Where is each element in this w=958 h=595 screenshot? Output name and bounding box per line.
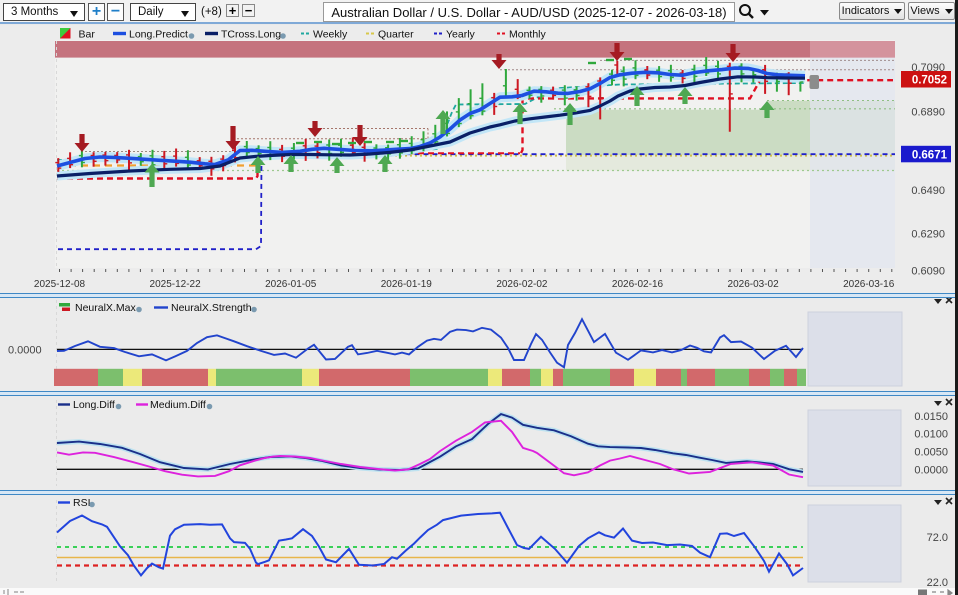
svg-text:0.0050: 0.0050 [914, 447, 948, 459]
svg-text:2025-12-22: 2025-12-22 [150, 279, 202, 290]
svg-text:0.6090: 0.6090 [911, 266, 945, 278]
svg-text:NeuralX.Strength: NeuralX.Strength [171, 302, 252, 314]
svg-text:Monthly: Monthly [509, 29, 547, 41]
svg-text:RSI: RSI [73, 497, 91, 509]
svg-text:Bar: Bar [79, 29, 96, 41]
svg-text:TCross.Long: TCross.Long [221, 29, 281, 41]
svg-text:0.6890: 0.6890 [911, 107, 945, 119]
svg-text:0.0100: 0.0100 [914, 429, 948, 441]
svg-text:0.0000: 0.0000 [8, 345, 42, 357]
svg-text:2026-01-19: 2026-01-19 [381, 279, 433, 290]
svg-text:NeuralX.Max: NeuralX.Max [75, 302, 136, 314]
svg-text:22.0: 22.0 [927, 577, 948, 589]
svg-text:2026-02-02: 2026-02-02 [496, 279, 548, 290]
svg-text:2026-03-02: 2026-03-02 [728, 279, 780, 290]
svg-text:2025-12-08: 2025-12-08 [34, 279, 86, 290]
svg-text:0.6290: 0.6290 [911, 229, 945, 241]
svg-text:2026-02-16: 2026-02-16 [612, 279, 664, 290]
svg-text:Long.Diff: Long.Diff [73, 399, 115, 411]
svg-text:0.6671: 0.6671 [912, 149, 948, 161]
svg-text:2026-01-05: 2026-01-05 [265, 279, 317, 290]
svg-text:0.0000: 0.0000 [914, 465, 948, 477]
svg-text:2026-03-16: 2026-03-16 [843, 279, 895, 290]
svg-text:Yearly: Yearly [446, 29, 476, 41]
svg-text:Long.Predict: Long.Predict [129, 29, 188, 41]
svg-text:0.7052: 0.7052 [912, 75, 947, 87]
svg-text:0.6490: 0.6490 [911, 185, 945, 197]
svg-text:Medium.Diff: Medium.Diff [150, 399, 206, 411]
svg-text:0.0150: 0.0150 [914, 411, 948, 423]
svg-text:72.0: 72.0 [927, 532, 948, 544]
svg-text:Quarter: Quarter [378, 29, 414, 41]
svg-text:Weekly: Weekly [313, 29, 348, 41]
